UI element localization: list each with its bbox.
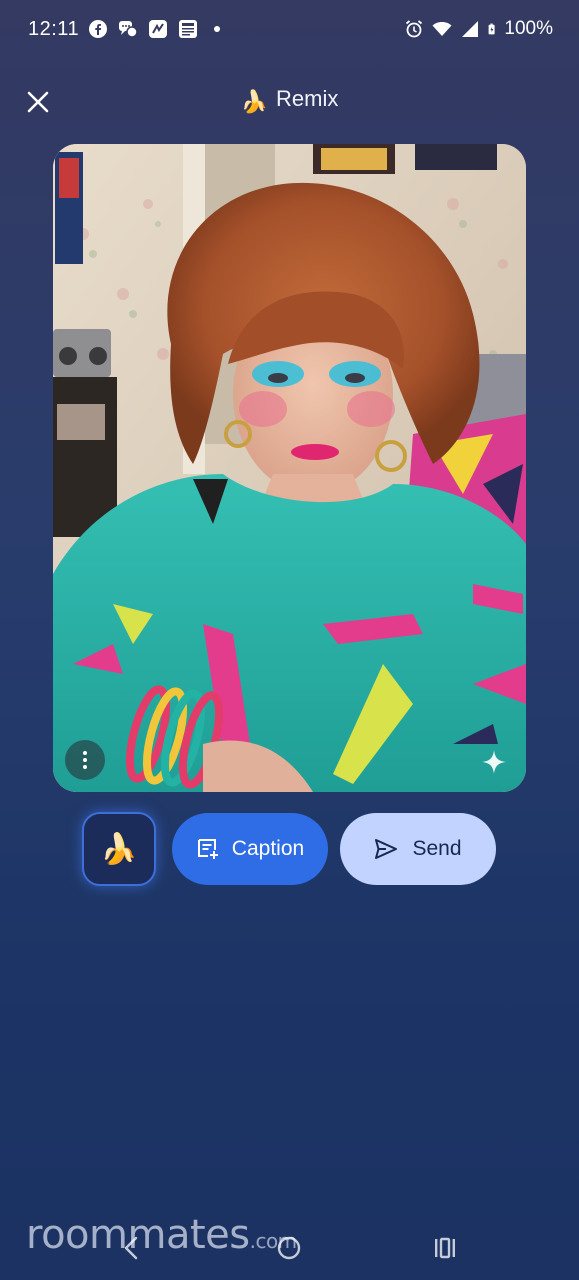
sparkle-icon [482, 750, 506, 774]
remix-button[interactable]: 🍌 [82, 812, 156, 886]
send-icon [375, 839, 398, 859]
photo-preview[interactable] [53, 144, 526, 792]
messenger-chat-icon [119, 21, 138, 38]
system-nav-bar [0, 1225, 579, 1273]
caption-label: Caption [231, 837, 305, 860]
send-button[interactable]: Send [340, 813, 496, 885]
wifi-icon [432, 22, 452, 36]
more-vert-icon-dot [83, 758, 87, 762]
banana-emoji: 🍌 [100, 832, 138, 866]
more-options-button[interactable] [65, 740, 105, 780]
add-caption-icon [197, 839, 218, 859]
page-title-text: Remix [276, 86, 339, 111]
home-icon[interactable] [276, 1235, 302, 1261]
banana-emoji: 🍌 [240, 89, 269, 114]
more-notifications-dot [214, 26, 220, 32]
more-vert-icon-dot [83, 765, 87, 769]
more-vert-icon-dot [83, 751, 87, 755]
status-time: 12:11 [28, 18, 80, 40]
alarm-icon [406, 20, 423, 38]
news-icon [179, 20, 197, 38]
signal-icon [462, 21, 479, 37]
nova-app-icon [149, 20, 167, 38]
back-icon[interactable] [120, 1235, 144, 1261]
header: 🍌 Remix [0, 78, 579, 126]
system-status-icons: 100% [404, 18, 553, 40]
page-title: 🍌 Remix [0, 86, 579, 115]
recents-icon[interactable] [432, 1235, 458, 1261]
caption-button[interactable]: Caption [172, 813, 328, 885]
notification-icons [88, 19, 220, 39]
send-label: Send [412, 837, 462, 860]
action-row: 🍌 Caption Send [0, 812, 579, 888]
battery-icon [488, 23, 495, 35]
photo-image [53, 144, 526, 792]
battery-percent: 100% [504, 18, 553, 39]
status-bar: 12:11 100% [0, 0, 579, 60]
facebook-icon [89, 20, 107, 38]
